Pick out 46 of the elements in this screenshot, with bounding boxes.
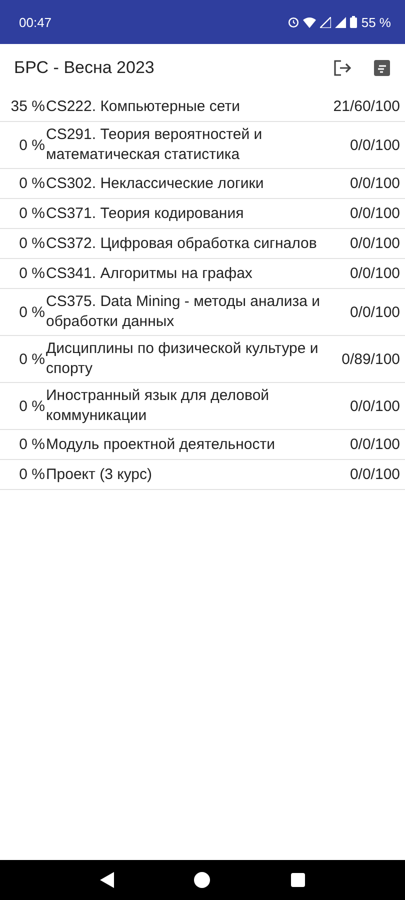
signal-icon — [335, 16, 346, 28]
score-text: 0/0/100 — [350, 398, 400, 414]
score-text: 0/0/100 — [350, 136, 400, 154]
alarm-icon — [288, 16, 300, 28]
subject-name[interactable]: CS375. Data Mining - методы анализа и обработки данных — [46, 292, 350, 332]
wifi-icon — [303, 16, 316, 28]
back-icon[interactable] — [100, 872, 114, 888]
score-text: 0/0/100 — [350, 304, 400, 320]
percent-text: 0 % — [18, 466, 45, 483]
subject-name[interactable]: CS341. Алгоритмы на графах — [46, 264, 350, 284]
percent-text: 0 % — [18, 436, 45, 453]
percent-text: 0 % — [18, 265, 45, 282]
recents-icon[interactable] — [290, 873, 305, 887]
percent-text: 0 % — [18, 350, 45, 368]
percent-text: 0 % — [18, 205, 45, 222]
signal-icon — [320, 16, 332, 28]
subject-name[interactable]: Иностранный язык для деловой коммуникации — [46, 386, 350, 426]
score-text: 0/0/100 — [350, 466, 400, 483]
logout-button[interactable] — [333, 59, 353, 77]
subject-name[interactable]: Дисциплины по физической культуре и спорту — [46, 339, 342, 379]
subject-name[interactable]: CS371. Теория кодирования — [46, 204, 350, 224]
percent-text: 0 % — [18, 136, 45, 154]
percent-text: 35 % — [10, 98, 45, 115]
subject-name[interactable]: Проект (3 курс) — [46, 464, 350, 484]
score-text: 0/0/100 — [350, 235, 400, 252]
subject-name[interactable]: CS222. Компьютерные сети — [46, 96, 334, 116]
score-text: 0/0/100 — [350, 175, 400, 192]
clock: 00:47 — [19, 14, 53, 30]
percent-text: 0 % — [18, 235, 45, 252]
score-text: 21/60/100 — [333, 98, 400, 115]
home-icon[interactable] — [194, 872, 210, 888]
score-text: 0/0/100 — [350, 436, 400, 453]
percent-text: 0 % — [18, 304, 45, 320]
subject-name[interactable]: CS291. Теория вероятностей и математическая статистика — [46, 125, 350, 165]
subject-name[interactable]: CS372. Цифровая обработка сигналов — [46, 234, 350, 254]
score-text: 0/89/100 — [342, 350, 400, 368]
notes-button[interactable] — [373, 59, 391, 77]
battery-icon — [350, 16, 358, 28]
app-title: БРС - Весна 2023 — [14, 58, 156, 78]
subject-name[interactable]: CS302. Неклассические логики — [46, 174, 350, 194]
subject-name[interactable]: Модуль проектной деятельности — [46, 434, 350, 454]
battery-percent: 55 % — [361, 14, 391, 30]
score-text: 0/0/100 — [350, 205, 400, 222]
percent-text: 0 % — [18, 398, 45, 414]
percent-text: 0 % — [18, 175, 45, 192]
score-text: 0/0/100 — [350, 265, 400, 282]
